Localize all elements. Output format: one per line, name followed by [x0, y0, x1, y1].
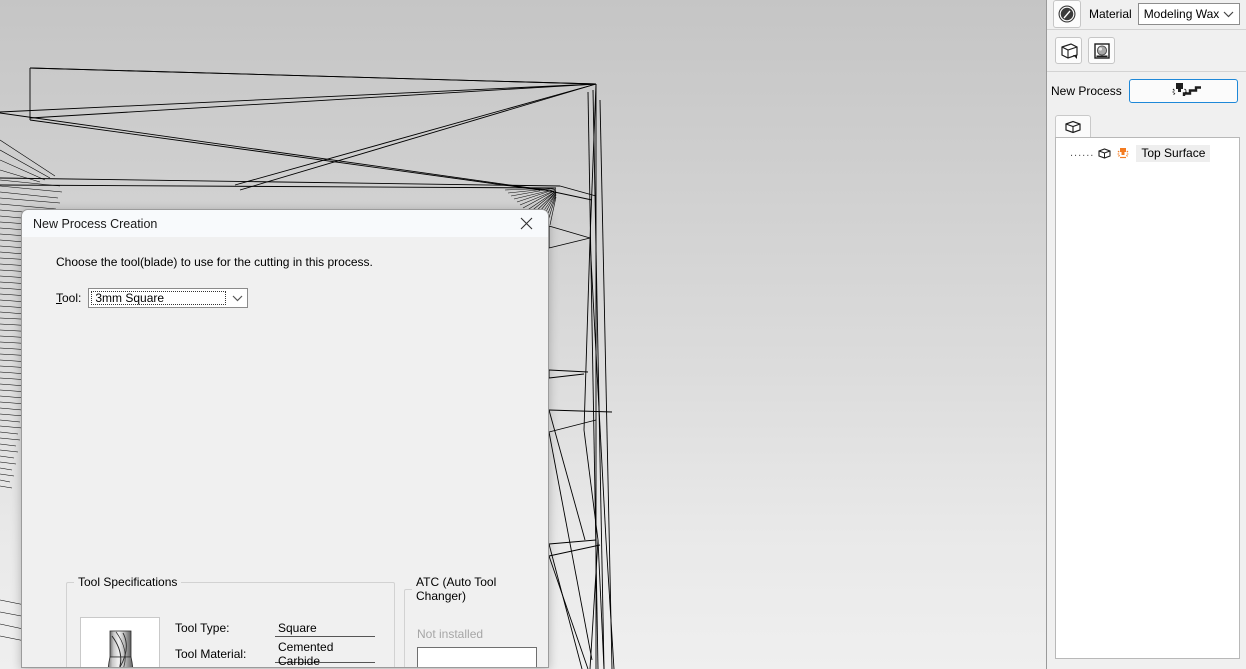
tree-connector: ......: [1070, 147, 1095, 159]
spec-label: Tool Type:: [175, 621, 230, 635]
atc-status-text: Not installed: [417, 627, 484, 641]
dialog-body: Choose the tool(blade) to use for the cu…: [22, 255, 548, 667]
dialog-instruction: Choose the tool(blade) to use for the cu…: [56, 255, 373, 269]
new-process-creation-dialog: New Process Creation Choose the tool(bla…: [21, 209, 549, 668]
panel-tabstrip: [1055, 115, 1246, 137]
application-window: Material Modeling Wax New Process ......…: [0, 0, 1246, 669]
dialog-titlebar[interactable]: New Process Creation: [22, 210, 548, 237]
end-mill-drawing: d: [107, 630, 134, 667]
milling-tool-step-icon: [1172, 82, 1202, 96]
material-row: Material Modeling Wax: [1047, 0, 1246, 30]
chevron-down-icon[interactable]: [228, 289, 247, 307]
spec-row-flute-diameter: Flute Diameter [d]: 3 mm: [175, 667, 380, 668]
model-tab[interactable]: [1055, 115, 1091, 137]
spec-row-tool-material: Tool Material: Cemented Carbide: [175, 640, 380, 667]
shaded-view-button[interactable]: [1088, 37, 1115, 64]
atc-slot-list[interactable]: [417, 647, 537, 667]
cube-model-icon: [1097, 147, 1112, 160]
tree-item-label: Top Surface: [1136, 144, 1211, 162]
orange-tool-icon: [1116, 147, 1130, 160]
right-side-panel: Material Modeling Wax New Process ......…: [1046, 0, 1246, 669]
tool-specifications-group: Tool Specifications Tool Type: Square To…: [66, 575, 395, 668]
material-value: Modeling Wax: [1143, 7, 1220, 21]
atc-group: ATC (Auto Tool Changer) Not installed: [404, 575, 548, 667]
compass-icon[interactable]: [1053, 0, 1081, 28]
spec-label: Tool Material:: [175, 647, 247, 661]
new-process-button[interactable]: [1128, 79, 1238, 103]
process-tree[interactable]: ...... Top Surface: [1055, 137, 1240, 659]
new-process-row: New Process: [1047, 72, 1246, 111]
cube-model-icon: [1065, 120, 1081, 133]
tool-select-label: Tool:: [56, 291, 81, 305]
atc-legend: ATC (Auto Tool Changer): [416, 575, 497, 603]
chevron-down-icon: [1222, 8, 1234, 20]
tree-item-top-surface[interactable]: ...... Top Surface: [1056, 144, 1239, 162]
tool-material-value: Cemented Carbide: [275, 640, 375, 667]
spec-row-tool-type: Tool Type: Square: [175, 615, 380, 641]
square-end-mill-diagram: d: [80, 617, 160, 667]
tool-select-value: 3mm Square: [91, 291, 227, 305]
tool-label-colon: :: [78, 291, 82, 305]
material-label: Material: [1089, 7, 1132, 21]
tool-select-row: Tool: 3mm Square: [56, 288, 536, 308]
dialog-title: New Process Creation: [33, 216, 158, 231]
wireframe-view-button[interactable]: [1055, 37, 1082, 64]
tool-select[interactable]: 3mm Square: [88, 288, 249, 308]
compass-icon-glyph: [1058, 5, 1076, 23]
material-select[interactable]: Modeling Wax: [1137, 3, 1240, 25]
tool-label-rest: ool: [62, 291, 79, 305]
view-mode-toolbar: [1047, 30, 1246, 72]
tool-type-value: Square: [275, 619, 375, 637]
shaded-sphere-icon: [1093, 42, 1110, 59]
close-icon[interactable]: [504, 210, 548, 237]
tool-specifications-legend: Tool Specifications: [78, 575, 178, 589]
wireframe-cube-icon: [1060, 42, 1078, 59]
new-process-label: New Process: [1051, 84, 1122, 98]
tool-spec-rows: Tool Type: Square Tool Material: Cemente…: [175, 615, 380, 668]
